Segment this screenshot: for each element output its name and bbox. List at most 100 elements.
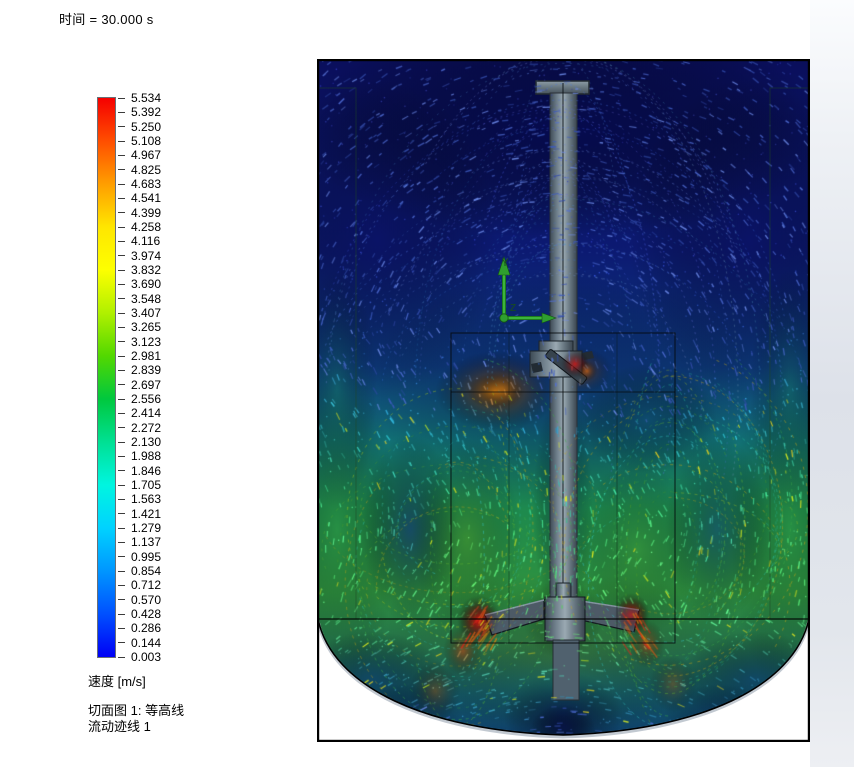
legend-tick: 1.846	[118, 465, 161, 477]
tick-mark	[118, 513, 125, 514]
tick-mark	[118, 98, 125, 99]
tick-value: 1.137	[131, 536, 161, 548]
tick-mark	[118, 470, 125, 471]
tick-value: 3.690	[131, 278, 161, 290]
tick-value: 0.995	[131, 551, 161, 563]
legend-tick: 0.286	[118, 622, 161, 634]
legend-tick: 1.563	[118, 493, 161, 505]
tick-value: 0.570	[131, 594, 161, 606]
tick-mark	[118, 141, 125, 142]
flow-viewport[interactable]: Y Z	[317, 59, 810, 742]
tick-value: 1.705	[131, 479, 161, 491]
legend-tick: 4.825	[118, 164, 161, 176]
legend-tick: 4.967	[118, 149, 161, 161]
tick-mark	[118, 571, 125, 572]
legend-tick: 0.570	[118, 594, 161, 606]
legend-tick: 3.548	[118, 293, 161, 305]
tick-mark	[118, 241, 125, 242]
tick-value: 3.123	[131, 336, 161, 348]
tick-value: 4.825	[131, 164, 161, 176]
legend-tick: 5.534	[118, 92, 161, 104]
legend-tick: 1.421	[118, 508, 161, 520]
legend-tick: 3.974	[118, 250, 161, 262]
legend-tick: 4.399	[118, 207, 161, 219]
tick-mark	[118, 341, 125, 342]
legend-tick: 2.697	[118, 379, 161, 391]
tick-mark	[118, 614, 125, 615]
tick-mark	[118, 212, 125, 213]
tick-value: 4.116	[131, 235, 160, 247]
legend-unit-label: 速度 [m/s]	[88, 671, 146, 690]
tick-value: 2.839	[131, 364, 161, 376]
legend-tick: 2.981	[118, 350, 161, 362]
legend-tick: 0.712	[118, 579, 161, 591]
legend-tick: 5.108	[118, 135, 161, 147]
tick-mark	[118, 442, 125, 443]
legend-colorbar[interactable]	[97, 97, 116, 658]
legend-tick: 0.003	[118, 651, 161, 663]
tick-value: 0.712	[131, 579, 161, 591]
tick-value: 3.974	[131, 250, 161, 262]
tick-mark	[118, 542, 125, 543]
legend-tick: 2.130	[118, 436, 161, 448]
legend-tick: 0.428	[118, 608, 161, 620]
tick-value: 3.265	[131, 321, 161, 333]
tick-value: 0.003	[131, 651, 161, 663]
legend-tick: 5.392	[118, 106, 161, 118]
legend-tick: 0.144	[118, 637, 161, 649]
tick-value: 5.250	[131, 121, 161, 133]
tick-mark	[118, 184, 125, 185]
tick-mark	[118, 413, 125, 414]
tick-mark	[118, 112, 125, 113]
legend-tick: 4.116	[118, 235, 160, 247]
tick-value: 1.846	[131, 465, 161, 477]
tick-mark	[118, 255, 125, 256]
tick-mark	[118, 313, 125, 314]
legend-tick: 4.541	[118, 192, 161, 204]
legend-tick: 3.690	[118, 278, 161, 290]
tick-mark	[118, 427, 125, 428]
legend-tick: 4.258	[118, 221, 161, 233]
tick-mark	[118, 284, 125, 285]
legend-tick: 2.272	[118, 422, 161, 434]
tick-value: 1.421	[131, 508, 161, 520]
simulation-time-label: 时间 = 30.000 s	[59, 9, 154, 28]
tick-value: 1.563	[131, 493, 161, 505]
legend-tick: 0.854	[118, 565, 161, 577]
legend-tick: 0.995	[118, 551, 161, 563]
legend-tick-list: 5.5345.3925.2505.1084.9674.8254.6834.541…	[118, 97, 228, 658]
tick-mark	[118, 270, 125, 271]
tick-mark	[118, 198, 125, 199]
legend-tick: 2.839	[118, 364, 161, 376]
legend-tick: 3.832	[118, 264, 161, 276]
tick-value: 2.414	[131, 407, 161, 419]
flow-trajectories-canvas	[317, 59, 810, 742]
tick-mark	[118, 657, 125, 658]
tick-value: 2.556	[131, 393, 161, 405]
viewport-background-gradient	[810, 0, 854, 767]
tick-value: 5.392	[131, 106, 161, 118]
flow-simulation-screen: { "header": { "time_label": "时间 = 30.000…	[0, 0, 854, 767]
tick-value: 3.832	[131, 264, 161, 276]
flow-trajectories-label: 流动迹线 1	[88, 716, 151, 735]
tick-mark	[118, 642, 125, 643]
tick-value: 3.407	[131, 307, 161, 319]
tick-value: 2.697	[131, 379, 161, 391]
tick-value: 0.854	[131, 565, 161, 577]
legend-tick: 1.279	[118, 522, 161, 534]
tick-value: 2.981	[131, 350, 161, 362]
tick-value: 4.967	[131, 149, 161, 161]
legend-tick: 1.137	[118, 536, 161, 548]
tick-value: 4.683	[131, 178, 161, 190]
tick-value: 1.988	[131, 450, 161, 462]
tick-mark	[118, 384, 125, 385]
tick-mark	[118, 298, 125, 299]
tick-value: 4.541	[131, 192, 161, 204]
tick-value: 4.258	[131, 221, 161, 233]
tick-value: 4.399	[131, 207, 161, 219]
tick-value: 3.548	[131, 293, 161, 305]
legend-tick: 3.407	[118, 307, 161, 319]
legend-tick: 3.123	[118, 336, 161, 348]
tick-mark	[118, 485, 125, 486]
tick-mark	[118, 155, 125, 156]
